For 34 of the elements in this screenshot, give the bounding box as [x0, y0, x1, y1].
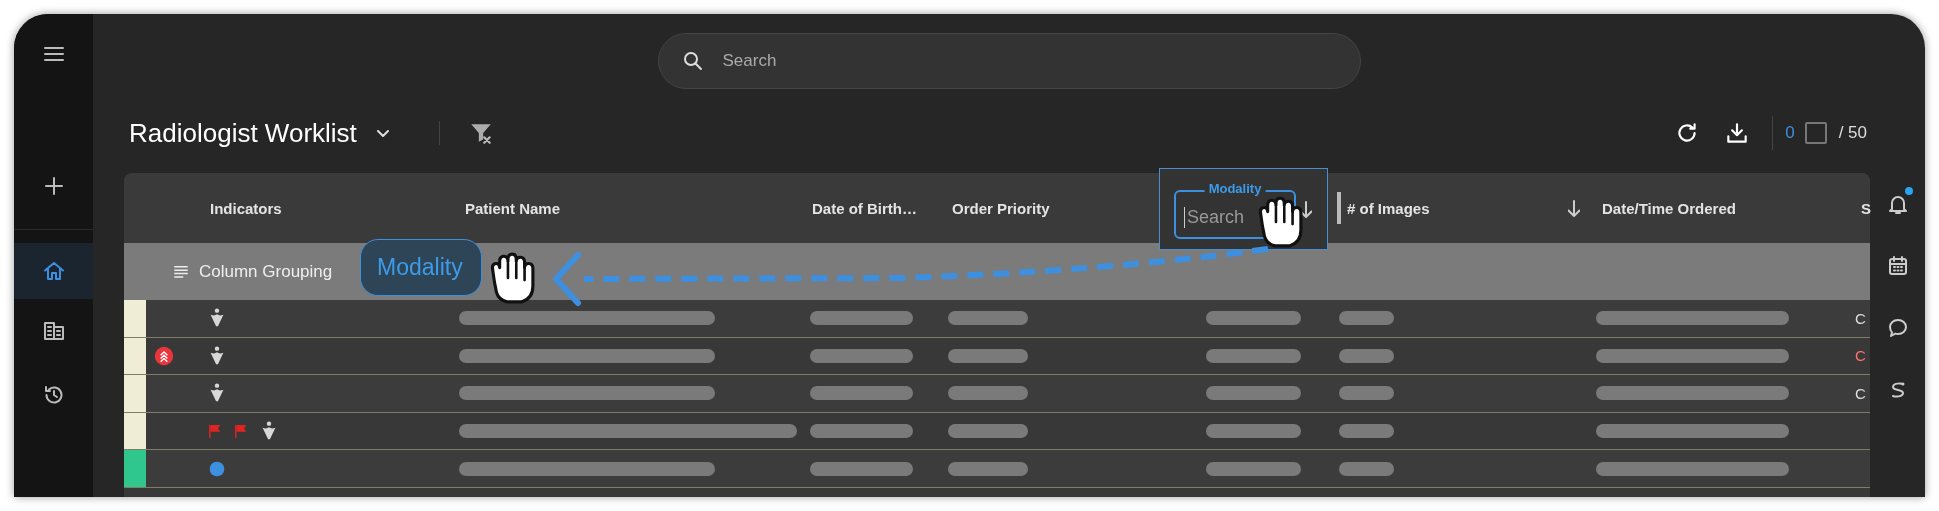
- select-all-checkbox[interactable]: [1804, 122, 1827, 144]
- column-header[interactable]: Patient Name: [465, 199, 561, 217]
- grouping-label: Column Grouping: [199, 261, 333, 282]
- sort-arrow-icon[interactable]: [1568, 199, 1580, 217]
- worklist-title: Radiologist Worklist: [129, 117, 357, 149]
- status-text: C: [1855, 385, 1866, 402]
- placeholder-bar: [1339, 386, 1394, 401]
- table-row[interactable]: C: [124, 300, 1870, 338]
- column-header[interactable]: Date of Birth…: [812, 199, 917, 217]
- placeholder-bar: [1339, 461, 1394, 476]
- placeholder-bar: [1339, 311, 1394, 326]
- building-icon: [41, 319, 66, 343]
- selected-count: 0: [1785, 123, 1795, 143]
- priority-badge-icon: [154, 345, 174, 366]
- column-header[interactable]: S: [1861, 199, 1871, 217]
- column-header[interactable]: Order Priority: [952, 199, 1050, 217]
- status-text: C: [1855, 347, 1866, 365]
- sort-arrow-icon[interactable]: [1300, 200, 1312, 218]
- placeholder-bar: [1339, 348, 1394, 363]
- table-row[interactable]: [124, 412, 1870, 451]
- search-input[interactable]: Search: [722, 51, 833, 71]
- status-text: C: [1855, 309, 1866, 327]
- home-icon: [41, 259, 66, 283]
- nav-button[interactable]: [14, 243, 93, 299]
- column-header[interactable]: Indicators: [210, 199, 282, 217]
- column-header[interactable]: # of Images: [1347, 199, 1430, 217]
- table-row[interactable]: C: [124, 337, 1870, 376]
- placeholder-bar: [1339, 424, 1394, 439]
- chevron-down-icon: [376, 129, 389, 137]
- table-row[interactable]: C: [124, 375, 1870, 413]
- column-header[interactable]: Date/Time Ordered: [1602, 199, 1736, 217]
- worklist-dropdown[interactable]: [376, 129, 389, 137]
- table-row[interactable]: [124, 450, 1870, 488]
- total-count: / 50: [1838, 123, 1867, 143]
